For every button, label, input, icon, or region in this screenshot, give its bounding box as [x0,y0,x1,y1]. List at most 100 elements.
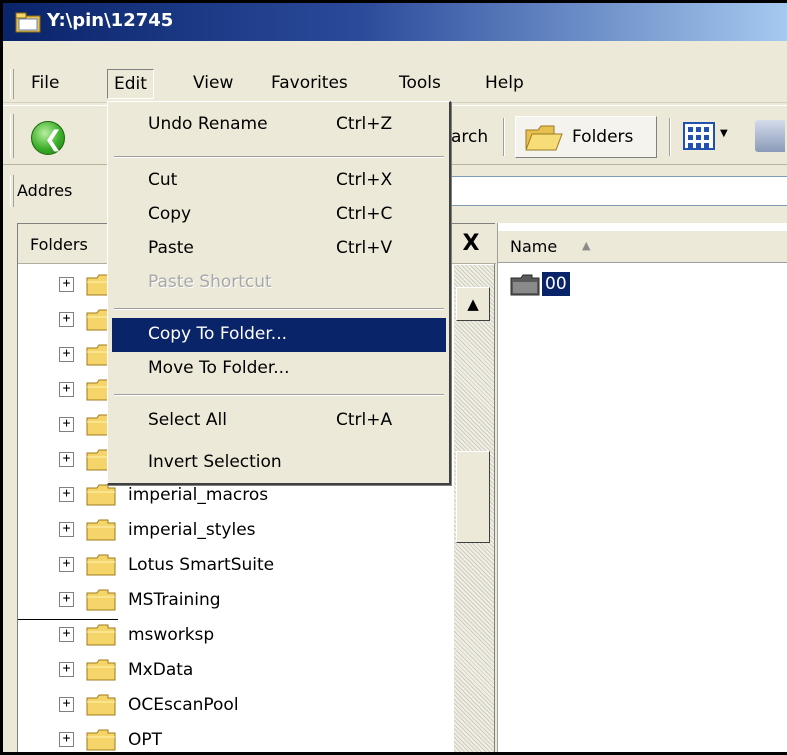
menu-item-invert-selection[interactable]: Invert Selection [112,446,446,480]
chevron-down-icon: ▼ [720,128,728,139]
menu-item-move-to-folder[interactable]: Move To Folder... [112,352,446,386]
column-header-label: Name [510,237,558,256]
expand-icon[interactable]: + [59,487,74,502]
folder-window-icon [15,12,41,33]
file-list-item[interactable]: 00 [508,271,588,299]
back-button[interactable]: ❮ [25,118,67,156]
folders-button[interactable]: Folders [515,116,657,158]
tree-divider [18,619,118,620]
menu-item-paste[interactable]: Paste Ctrl+V [112,232,446,266]
scroll-up-button[interactable]: ▲ [456,287,490,321]
menu-item-label: Paste Shortcut [148,272,272,292]
menu-favorites[interactable]: Favorites [269,73,350,93]
menubar-grip[interactable] [10,69,14,99]
menu-item-shortcut: Ctrl+C [336,204,393,224]
expand-icon[interactable]: + [59,557,74,572]
expand-icon[interactable]: + [59,382,74,397]
expand-icon[interactable]: + [59,522,74,537]
expand-icon[interactable]: + [59,277,74,292]
title-bar[interactable]: Y:\pin\12745 [3,3,787,41]
toolbar-separator [669,118,671,156]
menu-view[interactable]: View [191,73,235,93]
views-icon [683,122,715,150]
tree-item[interactable]: + MxData [18,652,454,688]
expand-icon[interactable]: + [59,732,74,747]
folder-icon [86,519,116,541]
expand-icon[interactable]: + [59,452,74,467]
tree-item-label: Lotus SmartSuite [128,555,275,575]
file-list-pane: Name ▲ 00 [497,223,787,752]
folder-icon [86,484,116,506]
vertical-scrollbar[interactable]: ▲ [454,265,494,752]
tree-item-label: OPT [128,730,163,750]
menu-separator [114,308,444,310]
addressbar-grip[interactable] [10,175,14,207]
tree-item[interactable]: + OCEscanPool [18,687,454,723]
folder-icon [86,624,116,646]
expand-icon[interactable]: + [59,347,74,362]
tree-item-label: imperial_styles [128,520,256,540]
menu-edit[interactable]: Edit [107,69,154,99]
expand-icon[interactable]: + [59,417,74,432]
back-arrow-icon: ❮ [31,121,65,155]
search-button-label[interactable]: arch [451,127,488,147]
tree-item[interactable]: + Lotus SmartSuite [18,547,454,583]
tree-item-label: MSTraining [128,590,221,610]
menu-item-label: Copy [148,204,192,224]
menu-separator [114,156,444,158]
scroll-thumb[interactable] [456,451,490,543]
menu-item-shortcut: Ctrl+V [336,238,393,258]
folder-icon [86,694,116,716]
menu-file[interactable]: File [29,73,61,93]
menu-item-label: Move To Folder... [148,358,290,378]
menu-item-copy[interactable]: Copy Ctrl+C [112,198,446,232]
folders-button-label: Folders [572,127,634,147]
folder-icon [86,589,116,611]
expand-icon[interactable]: + [59,697,74,712]
folder-icon [86,729,116,751]
menu-tools[interactable]: Tools [397,73,443,93]
menu-item-label: Select All [148,410,227,430]
menu-item-shortcut: Ctrl+A [336,410,393,430]
folder-icon [86,659,116,681]
folder-icon [510,274,540,296]
address-label: Addres [17,181,73,200]
menu-item-cut[interactable]: Cut Ctrl+X [112,164,446,198]
menu-item-undo-rename[interactable]: Undo Rename Ctrl+Z [112,108,446,142]
sort-ascending-icon: ▲ [582,239,591,252]
edit-menu-dropdown: Undo Rename Ctrl+Z Cut Ctrl+X Copy Ctrl+C Past… [107,101,451,485]
folder-icon [86,554,116,576]
column-header-name[interactable]: Name ▲ [498,231,787,263]
tree-item[interactable]: + MSTraining [18,582,454,618]
toolbar-extra-icon[interactable] [755,120,785,152]
menu-item-label: Copy To Folder... [148,324,288,344]
tree-item-label: OCEscanPool [128,695,239,715]
expand-icon[interactable]: + [59,662,74,677]
menu-help[interactable]: Help [483,73,526,93]
file-list-item-label: 00 [542,272,570,296]
close-icon[interactable]: X [458,231,484,257]
tree-item[interactable]: + OPT [18,722,454,752]
menu-item-label: Cut [148,170,178,190]
menu-item-select-all[interactable]: Select All Ctrl+A [112,404,446,438]
toolbar-grip[interactable] [10,114,14,158]
menu-separator [114,394,444,396]
tree-item[interactable]: + msworksp [18,617,454,653]
menu-item-shortcut: Ctrl+Z [336,114,393,134]
menu-item-paste-shortcut: Paste Shortcut [112,266,446,300]
menu-bar: File Edit View Favorites Tools Help [3,65,787,103]
window-title: Y:\pin\12745 [47,10,174,31]
tree-item-label: msworksp [128,625,215,645]
folders-icon [525,125,563,151]
folders-pane-title: Folders [30,235,88,254]
expand-icon[interactable]: + [59,312,74,327]
explorer-window: Y:\pin\12745 File Edit View Favorites To… [0,0,787,755]
expand-icon[interactable]: + [59,627,74,642]
toolbar-separator [503,118,505,156]
menu-item-shortcut: Ctrl+X [336,170,393,190]
tree-item[interactable]: + imperial_styles [18,512,454,548]
views-button[interactable]: ▼ [683,118,743,156]
expand-icon[interactable]: + [59,592,74,607]
tree-item-label: imperial_macros [128,485,269,505]
menu-item-copy-to-folder[interactable]: Copy To Folder... [112,318,446,352]
